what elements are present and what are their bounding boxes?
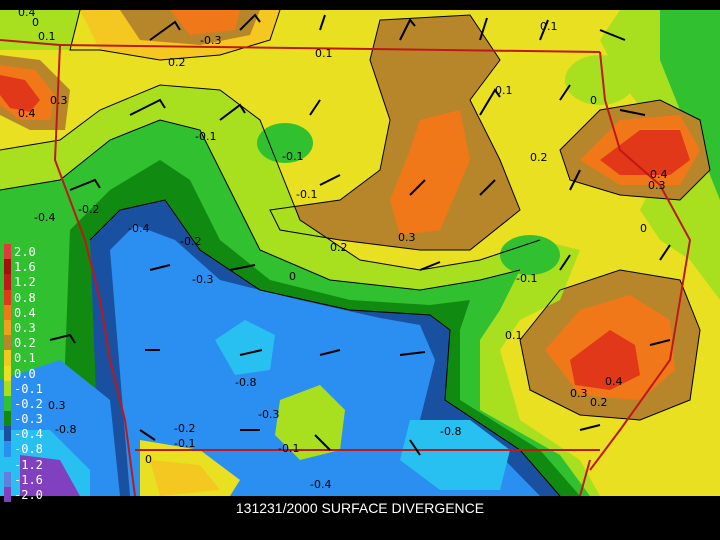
- legend-label: 1.2: [14, 275, 36, 290]
- legend-entry: -0.4: [4, 426, 54, 442]
- legend-swatch: [4, 365, 11, 381]
- contour-label: -0.8: [440, 425, 461, 438]
- contour-label: 0.3: [570, 387, 588, 400]
- legend-label: -0.3: [14, 412, 43, 427]
- contour-label: 0.1: [505, 329, 523, 342]
- contour-label: 0.3: [50, 94, 68, 107]
- legend-label: -0.4: [14, 427, 43, 442]
- legend-label: -0.8: [14, 442, 43, 457]
- legend-swatch: [4, 471, 11, 487]
- legend-label: 0.8: [14, 290, 36, 305]
- legend-swatch: [4, 259, 11, 275]
- top-margin: [0, 0, 720, 10]
- legend-entry: 0.4: [4, 304, 54, 320]
- contour-label: -0.8: [55, 423, 76, 436]
- legend-swatch: [4, 335, 11, 351]
- contour-label: -0.2: [174, 422, 195, 435]
- legend-entry: 0.1: [4, 350, 54, 366]
- legend-entry: 0.2: [4, 335, 54, 351]
- contour-label: 0.1: [315, 47, 333, 60]
- contour-label: 0: [640, 222, 647, 235]
- contour-label: -0.1: [278, 442, 299, 455]
- legend-swatch: [4, 380, 11, 396]
- contour-label: -0.4: [128, 222, 149, 235]
- color-legend: 2.0 1.6 1.2 0.8 0.4 0.3 0.2 0.1 0.0 -0.1 -0.2 -0.3-…: [4, 244, 54, 503]
- contour-label: -0.1: [174, 437, 195, 450]
- legend-swatch: [4, 304, 11, 320]
- legend-entry: -0.8: [4, 441, 54, 457]
- contour-label: 0.2: [590, 396, 608, 409]
- contour-label: 0: [289, 270, 296, 283]
- contour-label: 0.3: [398, 231, 416, 244]
- legend-label: -1.6: [14, 472, 43, 487]
- legend-entry: -0.1: [4, 380, 54, 396]
- legend-swatch: [4, 289, 11, 305]
- legend-entry: 2.0: [4, 244, 54, 260]
- legend-entry: 1.6: [4, 259, 54, 275]
- legend-label: -0.1: [14, 381, 43, 396]
- legend-swatch: [4, 426, 11, 442]
- legend-entry: -0.3: [4, 411, 54, 427]
- legend-swatch: [4, 456, 11, 472]
- legend-label: 0.0: [14, 366, 36, 381]
- legend-label: 0.4: [14, 305, 36, 320]
- green-blob-2: [500, 235, 560, 275]
- legend-label: 0.3: [14, 320, 36, 335]
- contour-label: -0.4: [34, 211, 55, 224]
- divergence-map: 0 0.1 -0.3 0.1 0.1 0.2 0.3 0.4 -0.1 -0.1 -0.1 0.1 0 0…: [0, 0, 720, 497]
- contour-plot: 00.1 -0.30.10.10.20.30.4-0.1-0.1-0.10.100…: [0, 0, 720, 497]
- contour-label: 0.3: [648, 179, 666, 192]
- legend-label: 0.1: [14, 351, 36, 366]
- contour-label: 0.2: [330, 241, 348, 254]
- contour-label: -0.3: [258, 408, 279, 421]
- contour-label: -0.4: [310, 478, 331, 491]
- contour-label: 0.4: [18, 107, 36, 120]
- contour-label: 0.2: [530, 151, 548, 164]
- legend-entry: 1.2: [4, 274, 54, 290]
- legend-entry: -1.2: [4, 456, 54, 472]
- contour-label: 0.1: [495, 84, 513, 97]
- legend-label: 0.2: [14, 336, 36, 351]
- legend-label: -1.2: [14, 457, 43, 472]
- contour-label: -0.1: [296, 188, 317, 201]
- contour-label: -0.2: [180, 235, 201, 248]
- contour-label: 0.1: [38, 30, 56, 43]
- legend-label: 1.6: [14, 260, 36, 275]
- legend-swatch: [4, 274, 11, 290]
- legend-entry: -1.6: [4, 471, 54, 487]
- legend-swatch: [4, 319, 11, 336]
- legend-swatch: [4, 395, 11, 412]
- contour-label: -0.2: [78, 203, 99, 216]
- legend-swatch: [4, 441, 11, 457]
- legend-label: -0.2: [14, 396, 43, 411]
- contour-label: 0: [590, 94, 597, 107]
- legend-entry: -0.2: [4, 395, 54, 412]
- contour-label: 0.2: [168, 56, 186, 69]
- legend-entry: 0.8: [4, 289, 54, 305]
- contour-label: -0.1: [282, 150, 303, 163]
- legend-label: 2.0: [14, 245, 36, 259]
- map-caption: 131231/2000 SURFACE DIVERGENCE: [235, 500, 485, 516]
- contour-label: -0.8: [235, 376, 256, 389]
- contour-label: 0.4: [18, 6, 36, 19]
- legend-swatch: [4, 411, 11, 427]
- contour-label: 0.1: [540, 20, 558, 33]
- legend-swatch: [4, 350, 11, 366]
- contour-label: -0.3: [200, 34, 221, 47]
- legend-entry: 0.0: [4, 365, 54, 381]
- contour-label: -0.3: [192, 273, 213, 286]
- contour-label: -0.1: [516, 272, 537, 285]
- contour-label: 0: [145, 453, 152, 466]
- contour-label: -0.1: [195, 130, 216, 143]
- legend-swatch: [4, 244, 11, 260]
- legend-entry: 0.3: [4, 319, 54, 336]
- contour-label: 0.4: [605, 375, 623, 388]
- green-blob-3: [565, 55, 635, 105]
